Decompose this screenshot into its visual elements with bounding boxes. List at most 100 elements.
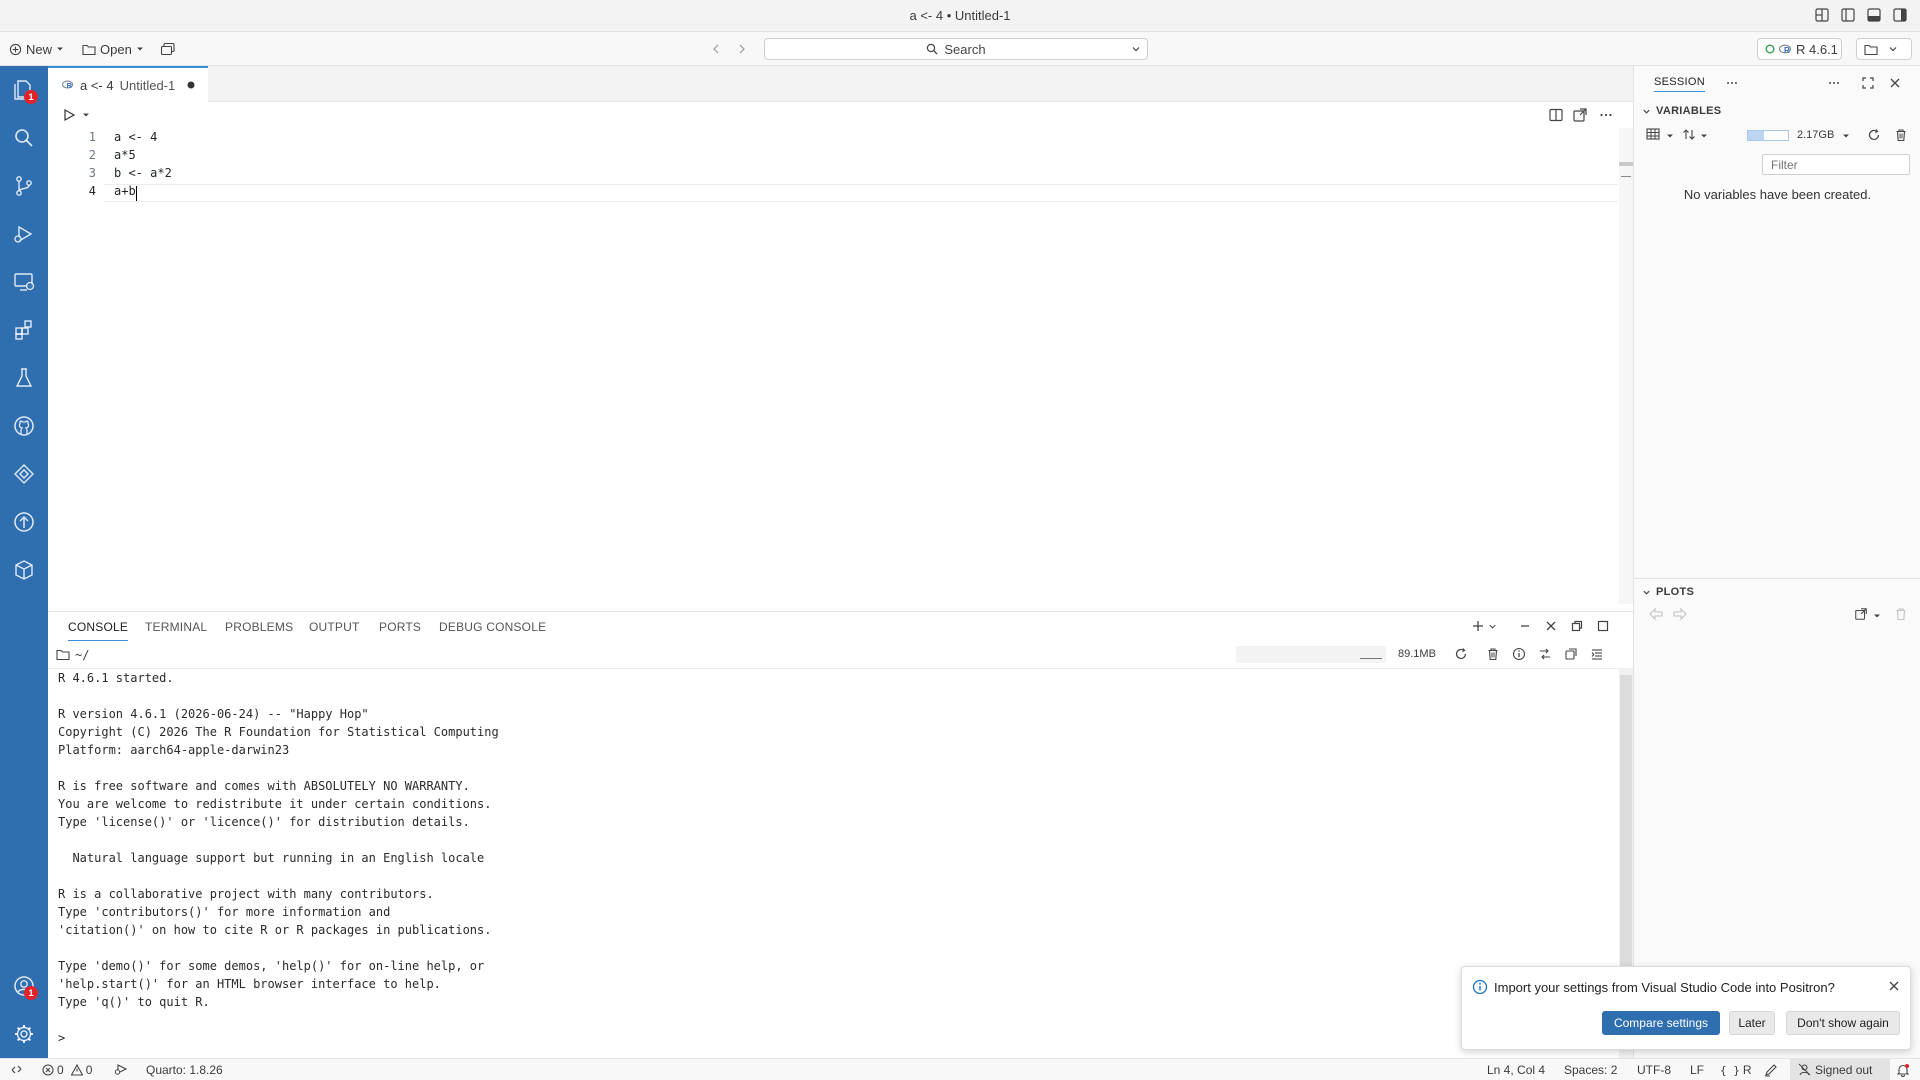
chevron-down-icon[interactable]: [1873, 612, 1881, 620]
account-status[interactable]: Signed out: [1790, 1059, 1890, 1080]
problems-indicator[interactable]: 0 0: [42, 1063, 92, 1077]
refresh-icon[interactable]: [1867, 128, 1881, 142]
next-plot-icon[interactable]: [1672, 607, 1688, 621]
notifications-bell-icon[interactable]: [1896, 1063, 1910, 1077]
delete-all-icon[interactable]: [1894, 128, 1908, 142]
tab-console[interactable]: CONSOLE: [68, 620, 129, 641]
code-editor[interactable]: 1 2 3 4 a <- 4 a*5 b <- a*2 a+b: [48, 128, 1618, 604]
feedback-icon[interactable]: [1764, 1063, 1778, 1077]
dont-show-again-button[interactable]: Don't show again: [1786, 1011, 1900, 1035]
indentation[interactable]: Spaces: 2: [1564, 1063, 1617, 1077]
maximize-icon[interactable]: [1861, 76, 1875, 90]
minimize-icon[interactable]: [1518, 619, 1532, 633]
back-button[interactable]: [710, 39, 722, 59]
plots-section-header[interactable]: PLOTS: [1634, 581, 1920, 603]
new-console-plus-icon[interactable]: [1471, 619, 1485, 633]
console-output[interactable]: R 4.6.1 started. R version 4.6.1 (2026-0…: [48, 669, 1619, 1058]
toggle-primary-sidebar-icon[interactable]: [1840, 7, 1856, 23]
arrow-right-icon: [736, 43, 748, 55]
new-button[interactable]: New: [9, 39, 64, 59]
language-mode[interactable]: { } R: [1720, 1063, 1752, 1077]
extensions-icon[interactable]: [12, 318, 36, 342]
editor-scrollbar[interactable]: [1619, 128, 1633, 604]
open-button[interactable]: Open: [82, 39, 144, 59]
close-icon[interactable]: [1887, 979, 1901, 993]
unsaved-dot-icon[interactable]: [187, 81, 195, 89]
sort-icon[interactable]: [1682, 128, 1696, 141]
folder-icon[interactable]: [56, 648, 70, 661]
search-icon[interactable]: [12, 126, 36, 150]
clear-console-icon[interactable]: [1590, 647, 1604, 661]
customize-layout-icon[interactable]: [1814, 7, 1830, 23]
toggle-secondary-sidebar-icon[interactable]: [1892, 7, 1908, 23]
encoding[interactable]: UTF-8: [1637, 1063, 1671, 1077]
more-actions-icon[interactable]: [1598, 107, 1614, 123]
grouping-icon[interactable]: [1646, 128, 1662, 140]
new-window-button[interactable]: [160, 39, 176, 59]
project-folder-button[interactable]: [1856, 38, 1912, 60]
variables-filter-input[interactable]: [1762, 154, 1910, 175]
source-control-icon[interactable]: [12, 174, 36, 198]
console-scroll-thumb[interactable]: [1620, 675, 1632, 985]
run-debug-icon[interactable]: [12, 222, 36, 246]
editor-tab-untitled-1[interactable]: R a <- 4 Untitled-1: [48, 66, 208, 102]
session-more-icon[interactable]: [1725, 76, 1739, 90]
line-ending[interactable]: LF: [1690, 1063, 1704, 1077]
info-icon[interactable]: [1512, 647, 1526, 661]
copy-to-editor-icon[interactable]: [1564, 647, 1578, 661]
compare-settings-button[interactable]: Compare settings: [1602, 1011, 1720, 1035]
close-icon[interactable]: [1888, 76, 1902, 90]
tab-debug-console[interactable]: DEBUG CONSOLE: [439, 620, 546, 634]
settings-gear-icon[interactable]: [12, 1022, 36, 1046]
tab-session[interactable]: SESSION: [1654, 76, 1706, 92]
chevron-down-icon[interactable]: [1666, 132, 1674, 140]
tab-output[interactable]: OUTPUT: [309, 620, 360, 634]
console-prompt[interactable]: >: [58, 1031, 65, 1045]
account-icon[interactable]: 1: [12, 974, 38, 1000]
chevron-down-icon[interactable]: [1488, 622, 1497, 631]
restart-icon[interactable]: [1454, 647, 1468, 661]
publisher-icon[interactable]: [12, 510, 36, 534]
command-center-search[interactable]: Search: [764, 38, 1148, 60]
clear-plots-icon[interactable]: [1894, 607, 1908, 621]
remote-explorer-icon[interactable]: [12, 270, 36, 294]
interpreter-selector[interactable]: R R 4.6.1: [1757, 38, 1842, 60]
maximize-panel-icon[interactable]: [1596, 619, 1610, 633]
open-in-new-window-icon[interactable]: [1572, 107, 1588, 123]
text-cursor: [136, 186, 137, 201]
tab-ports[interactable]: PORTS: [379, 620, 421, 634]
later-button[interactable]: Later: [1729, 1011, 1775, 1035]
tab-terminal[interactable]: TERMINAL: [145, 620, 207, 634]
testing-flask-icon[interactable]: [12, 366, 36, 390]
cursor-position[interactable]: Ln 4, Col 4: [1487, 1063, 1545, 1077]
toggle-panel-icon[interactable]: [1866, 7, 1882, 23]
split-editor-icon[interactable]: [1548, 107, 1564, 123]
close-icon[interactable]: [1544, 619, 1558, 633]
connections-icon[interactable]: [12, 462, 36, 486]
previous-plot-icon[interactable]: [1648, 607, 1664, 621]
trash-icon[interactable]: [1486, 647, 1500, 661]
chevron-down-icon[interactable]: [1700, 132, 1708, 140]
debug-status[interactable]: [114, 1063, 128, 1075]
github-icon[interactable]: [12, 414, 36, 438]
open-plot-icon[interactable]: [1854, 607, 1868, 621]
account-label: Signed out: [1815, 1062, 1873, 1077]
forward-button[interactable]: [736, 39, 748, 59]
chevron-down-icon[interactable]: [1131, 44, 1141, 54]
quarto-version[interactable]: Quarto: 1.8.26: [146, 1063, 223, 1077]
more-actions-icon[interactable]: [1827, 76, 1841, 90]
variables-section-header[interactable]: VARIABLES: [1634, 100, 1920, 122]
title-bar: a <- 4 • Untitled-1: [0, 0, 1920, 32]
console-line: Type 'contributors()' for more informati…: [58, 905, 391, 919]
packages-icon[interactable]: [12, 558, 36, 582]
run-icon[interactable]: [62, 108, 76, 122]
restore-icon[interactable]: [1570, 619, 1584, 633]
remote-indicator[interactable]: [10, 1063, 23, 1076]
chevron-down-icon[interactable]: [82, 111, 90, 119]
explorer-icon[interactable]: 1: [12, 78, 38, 104]
tab-problems[interactable]: PROBLEMS: [225, 620, 293, 634]
session-memory[interactable]: 2.17GB: [1797, 129, 1834, 141]
interrupt-icon[interactable]: [1538, 647, 1552, 661]
folder-icon: [1864, 43, 1878, 56]
chevron-down-icon[interactable]: [1842, 132, 1850, 140]
